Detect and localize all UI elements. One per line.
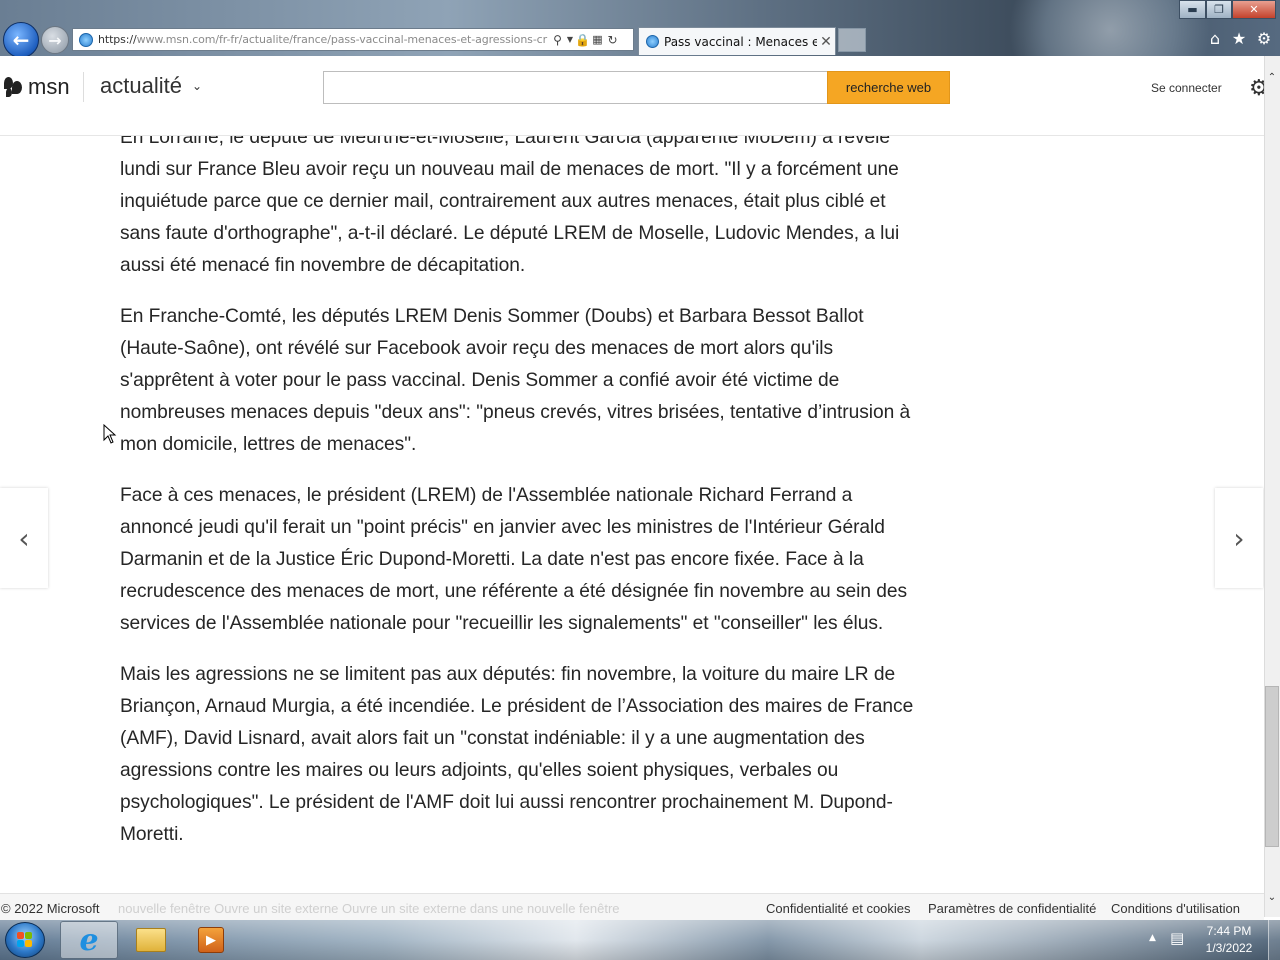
search-input[interactable]	[323, 71, 829, 104]
close-window-button[interactable]: ✕	[1232, 0, 1276, 19]
article-paragraph: En Franche-Comté, les députés LREM Denis…	[120, 306, 911, 455]
lock-icon[interactable]: 🔒	[575, 33, 590, 47]
folder-icon	[136, 928, 166, 952]
scrollbar-thumb[interactable]	[1265, 686, 1279, 847]
search-button[interactable]: recherche web	[827, 71, 950, 104]
address-bar[interactable]: https://www.msn.com/fr-fr/actualite/fran…	[72, 28, 634, 51]
windows-taskbar: e ▶ ▲ ▤ 7:44 PM 1/3/2022	[0, 920, 1280, 960]
logo-text: msn	[28, 74, 70, 99]
start-button[interactable]	[5, 922, 45, 958]
footer-link-privacy-settings[interactable]: Paramètres de confidentialité	[928, 901, 1096, 916]
clock-date[interactable]: 1/3/2022	[1196, 941, 1262, 955]
msn-logo[interactable]: msn	[2, 74, 70, 100]
new-tab-button[interactable]	[838, 28, 866, 52]
url-text[interactable]: https://www.msn.com/fr-fr/actualite/fran…	[98, 33, 550, 46]
search-icon[interactable]: ⚲	[550, 33, 565, 47]
section-title[interactable]: actualité	[100, 73, 182, 99]
show-hidden-icons-icon[interactable]: ▲	[1149, 933, 1156, 943]
tab-page-icon	[646, 35, 659, 48]
article-paragraph: En Lorraine, le député de Meurthe-et-Mos…	[120, 136, 900, 276]
show-desktop-button[interactable]	[1268, 920, 1280, 960]
back-arrow-icon: ←	[12, 28, 30, 52]
compatibility-icon[interactable]: ▦	[590, 33, 605, 46]
media-player-icon: ▶	[198, 927, 224, 953]
butterfly-logo-icon	[2, 75, 24, 99]
url-scheme: https://	[98, 33, 137, 46]
chevron-right-icon: ›	[1233, 521, 1245, 555]
minimize-button[interactable]: ▬	[1179, 0, 1206, 19]
previous-article-button[interactable]: ‹	[0, 488, 48, 588]
taskbar-internet-explorer[interactable]: e	[60, 921, 118, 959]
clock-time[interactable]: 7:44 PM	[1196, 924, 1262, 938]
tab-title: Pass vaccinal : Menaces et ...	[664, 34, 817, 49]
internet-explorer-icon: e	[79, 922, 99, 958]
scroll-down-arrow-icon[interactable]: ⌄	[1264, 890, 1280, 906]
signin-link[interactable]: Se connecter	[1151, 81, 1222, 95]
windows-logo-icon	[17, 932, 33, 948]
url-path: www.msn.com/fr-fr/actualite/france/pass-…	[136, 33, 548, 46]
back-button[interactable]: ←	[3, 22, 39, 56]
footer-link-terms[interactable]: Conditions d'utilisation	[1111, 901, 1240, 916]
tab-current[interactable]: Pass vaccinal : Menaces et ... ✕	[638, 27, 836, 55]
maximize-button[interactable]: ❐	[1206, 0, 1232, 19]
article-paragraph: Mais les agressions ne se limitent pas a…	[120, 664, 914, 845]
page-icon	[79, 32, 93, 47]
chevron-left-icon: ‹	[18, 521, 30, 555]
dropdown-arrow-icon[interactable]: ▼	[565, 35, 575, 44]
page-footer: © 2022 Microsoft nouvelle fenêtre Ouvre …	[0, 893, 1264, 920]
article-paragraph: Face à ces menaces, le président (LREM) …	[120, 485, 908, 634]
taskbar-file-explorer[interactable]	[122, 921, 180, 959]
forward-arrow-icon: →	[48, 30, 62, 50]
refresh-icon[interactable]: ↻	[605, 33, 620, 47]
scroll-up-arrow-icon[interactable]: ⌃	[1264, 70, 1280, 86]
chevron-down-icon[interactable]: ⌄	[192, 79, 202, 93]
gear-icon[interactable]: ⚙	[1255, 30, 1273, 48]
tab-close-icon[interactable]: ✕	[817, 34, 835, 50]
copyright-text: © 2022 Microsoft	[1, 901, 100, 916]
taskbar-media-player[interactable]: ▶	[182, 921, 240, 959]
footer-faded-text: nouvelle fenêtre Ouvre un site externe O…	[118, 901, 620, 916]
msn-header: msn actualité ⌄ recherche web Se connect…	[0, 56, 1269, 136]
article-body: En Lorraine, le député de Meurthe-et-Mos…	[120, 136, 925, 892]
star-icon[interactable]: ★	[1230, 30, 1248, 48]
browser-chrome: ← → https://www.msn.com/fr-fr/actualite/…	[0, 0, 1280, 56]
home-icon[interactable]: ⌂	[1206, 30, 1224, 48]
header-divider	[83, 72, 84, 102]
network-icon[interactable]: ▤	[1170, 929, 1184, 947]
footer-link-privacy-cookies[interactable]: Confidentialité et cookies	[766, 901, 911, 916]
next-article-button[interactable]: ›	[1215, 488, 1263, 588]
forward-button[interactable]: →	[41, 26, 69, 54]
